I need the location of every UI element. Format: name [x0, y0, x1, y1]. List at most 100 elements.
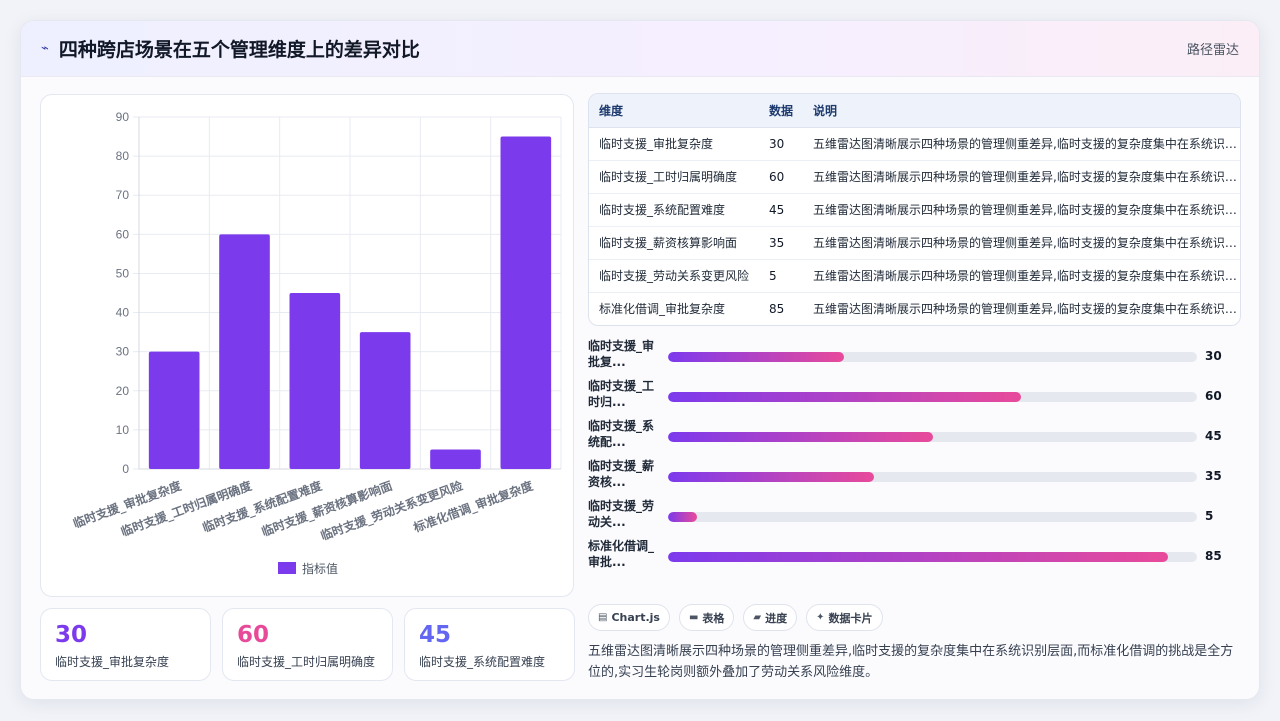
y-tick-label: 50 — [116, 266, 130, 280]
data-table: 维度 数据 说明 临时支援_审批复杂度 30 五维雷达图清晰展示四种场景的管理侧重差… — [588, 93, 1241, 326]
bar — [430, 449, 481, 469]
table-header-row: 维度 数据 说明 — [589, 94, 1240, 128]
progress-row: 临时支援_系统配... 45 — [588, 417, 1248, 457]
table-cell-description: 五维雷达图清晰展示四种场景的管理侧重差异,临时支援的复杂度集中在系统识别层面,而… — [803, 160, 1240, 194]
progress-row: 标准化借调_审批... 85 — [588, 537, 1248, 577]
table-row: 临时支援_工时归属明确度 60 五维雷达图清晰展示四种场景的管理侧重差异,临时支援的… — [589, 160, 1240, 194]
y-tick-label: 10 — [116, 423, 130, 437]
table-cell-value: 45 — [759, 193, 803, 227]
y-tick-label: 80 — [116, 149, 130, 163]
table-cell-value: 5 — [759, 259, 803, 293]
table-cell-description: 五维雷达图清晰展示四种场景的管理侧重差异,临时支援的复杂度集中在系统识别层面,而… — [803, 259, 1240, 293]
progress-track — [668, 352, 1197, 362]
progress-label: 临时支援_薪资核... — [588, 459, 655, 489]
table-cell-description: 五维雷达图清晰展示四种场景的管理侧重差异,临时支援的复杂度集中在系统识别层面,而… — [803, 226, 1240, 260]
table-icon: ▬ — [688, 612, 699, 623]
dashboard-card: ⌁ 四种跨店场景在五个管理维度上的差异对比 路径雷达 0 10 20 30 40 50 60… — [20, 20, 1260, 700]
y-tick-label: 70 — [116, 188, 130, 202]
page-title: 四种跨店场景在五个管理维度上的差异对比 — [58, 39, 420, 61]
progress-value: 45 — [1205, 429, 1222, 443]
y-tick-label: 90 — [116, 110, 130, 124]
progress-fill — [668, 512, 698, 522]
table-cell-description: 五维雷达图清晰展示四种场景的管理侧重差异,临时支援的复杂度集中在系统识别层面,而… — [813, 302, 1240, 317]
progress-label: 临时支援_审批复... — [588, 339, 655, 369]
table-header-dimension: 维度 — [589, 94, 759, 128]
progress-value: 30 — [1205, 349, 1222, 363]
progress-row: 临时支援_审批复... 30 — [588, 337, 1248, 377]
table-row: 临时支援_劳动关系变更风险 5 五维雷达图清晰展示四种场景的管理侧重差异,临时支援的… — [589, 259, 1240, 293]
y-tick-label: 30 — [116, 345, 130, 359]
route-icon: ⌁ — [41, 41, 49, 56]
stat-value: 30 — [55, 622, 88, 648]
progress-fill — [668, 392, 1021, 402]
progress-track — [668, 512, 1197, 522]
tag-list: ▤ Chart.js ▬ 表格 ▰ 进度 ✦ 数据卡片 — [588, 604, 883, 631]
tag-label: 表格 — [702, 611, 725, 625]
progress-value: 85 — [1205, 549, 1222, 563]
table-header-description: 说明 — [803, 94, 1240, 128]
stat-value: 45 — [419, 622, 452, 648]
progress-label: 标准化借调_审批... — [588, 539, 655, 569]
tag-sparkle[interactable]: ✦ 数据卡片 — [806, 604, 883, 631]
bar — [289, 293, 341, 469]
bar-chart-panel: 0 10 20 30 40 50 60 70 80 90 临时支援_审批复杂度 临时支援_工时归属明确… — [40, 94, 574, 597]
progress-bars: 临时支援_审批复... 30 临时支援_工时归... 60 临时支援_系统配... 45 临… — [588, 337, 1248, 577]
y-tick-label: 40 — [116, 306, 130, 320]
table-cell-dimension: 临时支援_劳动关系变更风险 — [589, 259, 759, 293]
y-tick-label: 60 — [116, 227, 130, 241]
table-cell-description: 五维雷达图清晰展示四种场景的管理侧重差异,临时支援的复杂度集中在系统识别层面,而… — [803, 193, 1240, 227]
progress-fill — [668, 472, 874, 482]
tag-label: 进度 — [765, 611, 788, 625]
chart-icon: ▤ — [598, 612, 608, 623]
tag-chart[interactable]: ▤ Chart.js — [588, 604, 670, 631]
table-cell-value: 30 — [759, 127, 803, 161]
legend-swatch — [278, 562, 296, 574]
progress-value: 5 — [1205, 509, 1214, 523]
table-row: 标准化借调_审批复杂度 85 五维雷达图清晰展示四种场景的管理侧重差异,临时支援的复… — [589, 292, 1240, 325]
stat-card: 45 临时支援_系统配置难度 — [404, 608, 575, 681]
header: ⌁ 四种跨店场景在五个管理维度上的差异对比 路径雷达 — [21, 21, 1259, 77]
title-wrap: ⌁ 四种跨店场景在五个管理维度上的差异对比 — [41, 35, 420, 62]
progress-value: 35 — [1205, 469, 1222, 483]
stat-label: 临时支援_审批复杂度 — [55, 655, 170, 669]
progress-fill — [668, 352, 845, 362]
table-row: 临时支援_薪资核算影响面 35 五维雷达图清晰展示四种场景的管理侧重差异,临时支援的… — [589, 226, 1240, 260]
tag-progress[interactable]: ▰ 进度 — [743, 604, 798, 631]
table-cell-dimension: 临时支援_工时归属明确度 — [589, 160, 759, 194]
stat-label: 临时支援_工时归属明确度 — [237, 655, 376, 669]
stat-label: 临时支援_系统配置难度 — [419, 655, 546, 669]
progress-icon: ▰ — [753, 612, 762, 623]
table-cell-value: 85 — [769, 301, 785, 316]
bar — [148, 351, 200, 469]
stat-card: 30 临时支援_审批复杂度 — [40, 608, 211, 681]
bar — [359, 332, 411, 469]
route-label[interactable]: 路径雷达 — [1187, 39, 1239, 58]
progress-track — [668, 472, 1197, 482]
progress-fill — [668, 432, 933, 442]
progress-track — [668, 392, 1197, 402]
table-row: 临时支援_审批复杂度 30 五维雷达图清晰展示四种场景的管理侧重差异,临时支援的复杂… — [589, 127, 1240, 161]
progress-label: 临时支援_工时归... — [588, 379, 655, 409]
stat-cards: 30 临时支援_审批复杂度 60 临时支援_工时归属明确度 45 临时支援_系统配置难度 — [40, 608, 575, 681]
table-cell-dimension: 临时支援_系统配置难度 — [589, 193, 759, 227]
progress-fill — [668, 552, 1168, 562]
bar-chart: 0102030405060708090临时支援_审批复杂度临时支援_工时归属明确… — [71, 110, 562, 576]
progress-row: 临时支援_工时归... 60 — [588, 377, 1248, 417]
y-tick-label: 20 — [116, 384, 130, 398]
table-cell-dimension: 标准化借调_审批复杂度 — [599, 302, 726, 317]
x-tick-label: 标准化借调_审批复杂度 — [410, 477, 536, 536]
table-cell-description: 五维雷达图清晰展示四种场景的管理侧重差异,临时支援的复杂度集中在系统识别层面,而… — [803, 127, 1240, 161]
progress-track — [668, 432, 1197, 442]
summary-text: 五维雷达图清晰展示四种场景的管理侧重差异,临时支援的复杂度集中在系统识别层面,而… — [588, 644, 1234, 680]
table-cell-value: 60 — [759, 160, 803, 194]
progress-label: 临时支援_劳动关... — [588, 499, 655, 529]
table-row: 临时支援_系统配置难度 45 五维雷达图清晰展示四种场景的管理侧重差异,临时支援的复… — [589, 193, 1240, 227]
table-cell-dimension: 临时支援_审批复杂度 — [589, 127, 759, 161]
bar — [500, 136, 552, 470]
table-cell-value: 35 — [759, 226, 803, 260]
table-header-value: 数据 — [759, 94, 803, 128]
tag-table[interactable]: ▬ 表格 — [678, 604, 735, 631]
legend-label: 指标值 — [302, 561, 338, 576]
progress-track — [668, 552, 1197, 562]
tag-label: Chart.js — [611, 611, 660, 624]
